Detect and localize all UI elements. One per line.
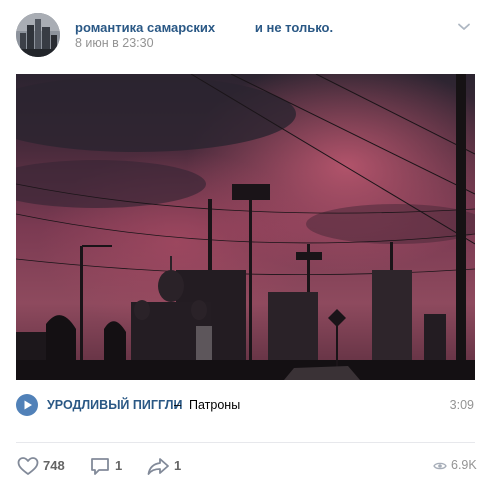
like-count: 748 <box>43 458 65 473</box>
views-counter: 6.9K <box>433 458 477 474</box>
views-count: 6.9K <box>451 458 477 472</box>
play-button[interactable] <box>16 394 38 416</box>
audio-separator: – <box>174 397 182 412</box>
share-count: 1 <box>174 458 182 473</box>
comment-count: 1 <box>115 458 123 473</box>
group-name-link[interactable]: романтика самарских и не только. <box>75 20 333 35</box>
share-icon <box>147 458 169 475</box>
eye-icon <box>433 462 447 470</box>
post-date[interactable]: 8 июн в 23:30 <box>75 36 154 50</box>
city-skyline-avatar-icon <box>16 13 60 57</box>
sunset-city-photo-icon <box>16 74 475 380</box>
audio-title[interactable]: Патроны <box>189 398 240 412</box>
play-icon <box>24 400 32 410</box>
group-avatar[interactable] <box>16 13 60 57</box>
audio-duration: 3:09 <box>449 398 474 412</box>
audio-artist-link[interactable]: УРОДЛИВЫЙ ПИГГЛИ <box>47 398 182 412</box>
heart-icon <box>17 457 39 475</box>
comment-icon <box>91 458 109 475</box>
share-button[interactable]: 1 <box>147 456 187 476</box>
chevron-down-icon[interactable] <box>456 20 472 32</box>
like-button[interactable]: 748 <box>17 456 69 476</box>
post-photo[interactable] <box>16 74 475 380</box>
comment-button[interactable]: 1 <box>90 456 130 476</box>
post-card: романтика самарских и не только. 8 июн в… <box>0 0 494 491</box>
divider <box>16 442 475 443</box>
